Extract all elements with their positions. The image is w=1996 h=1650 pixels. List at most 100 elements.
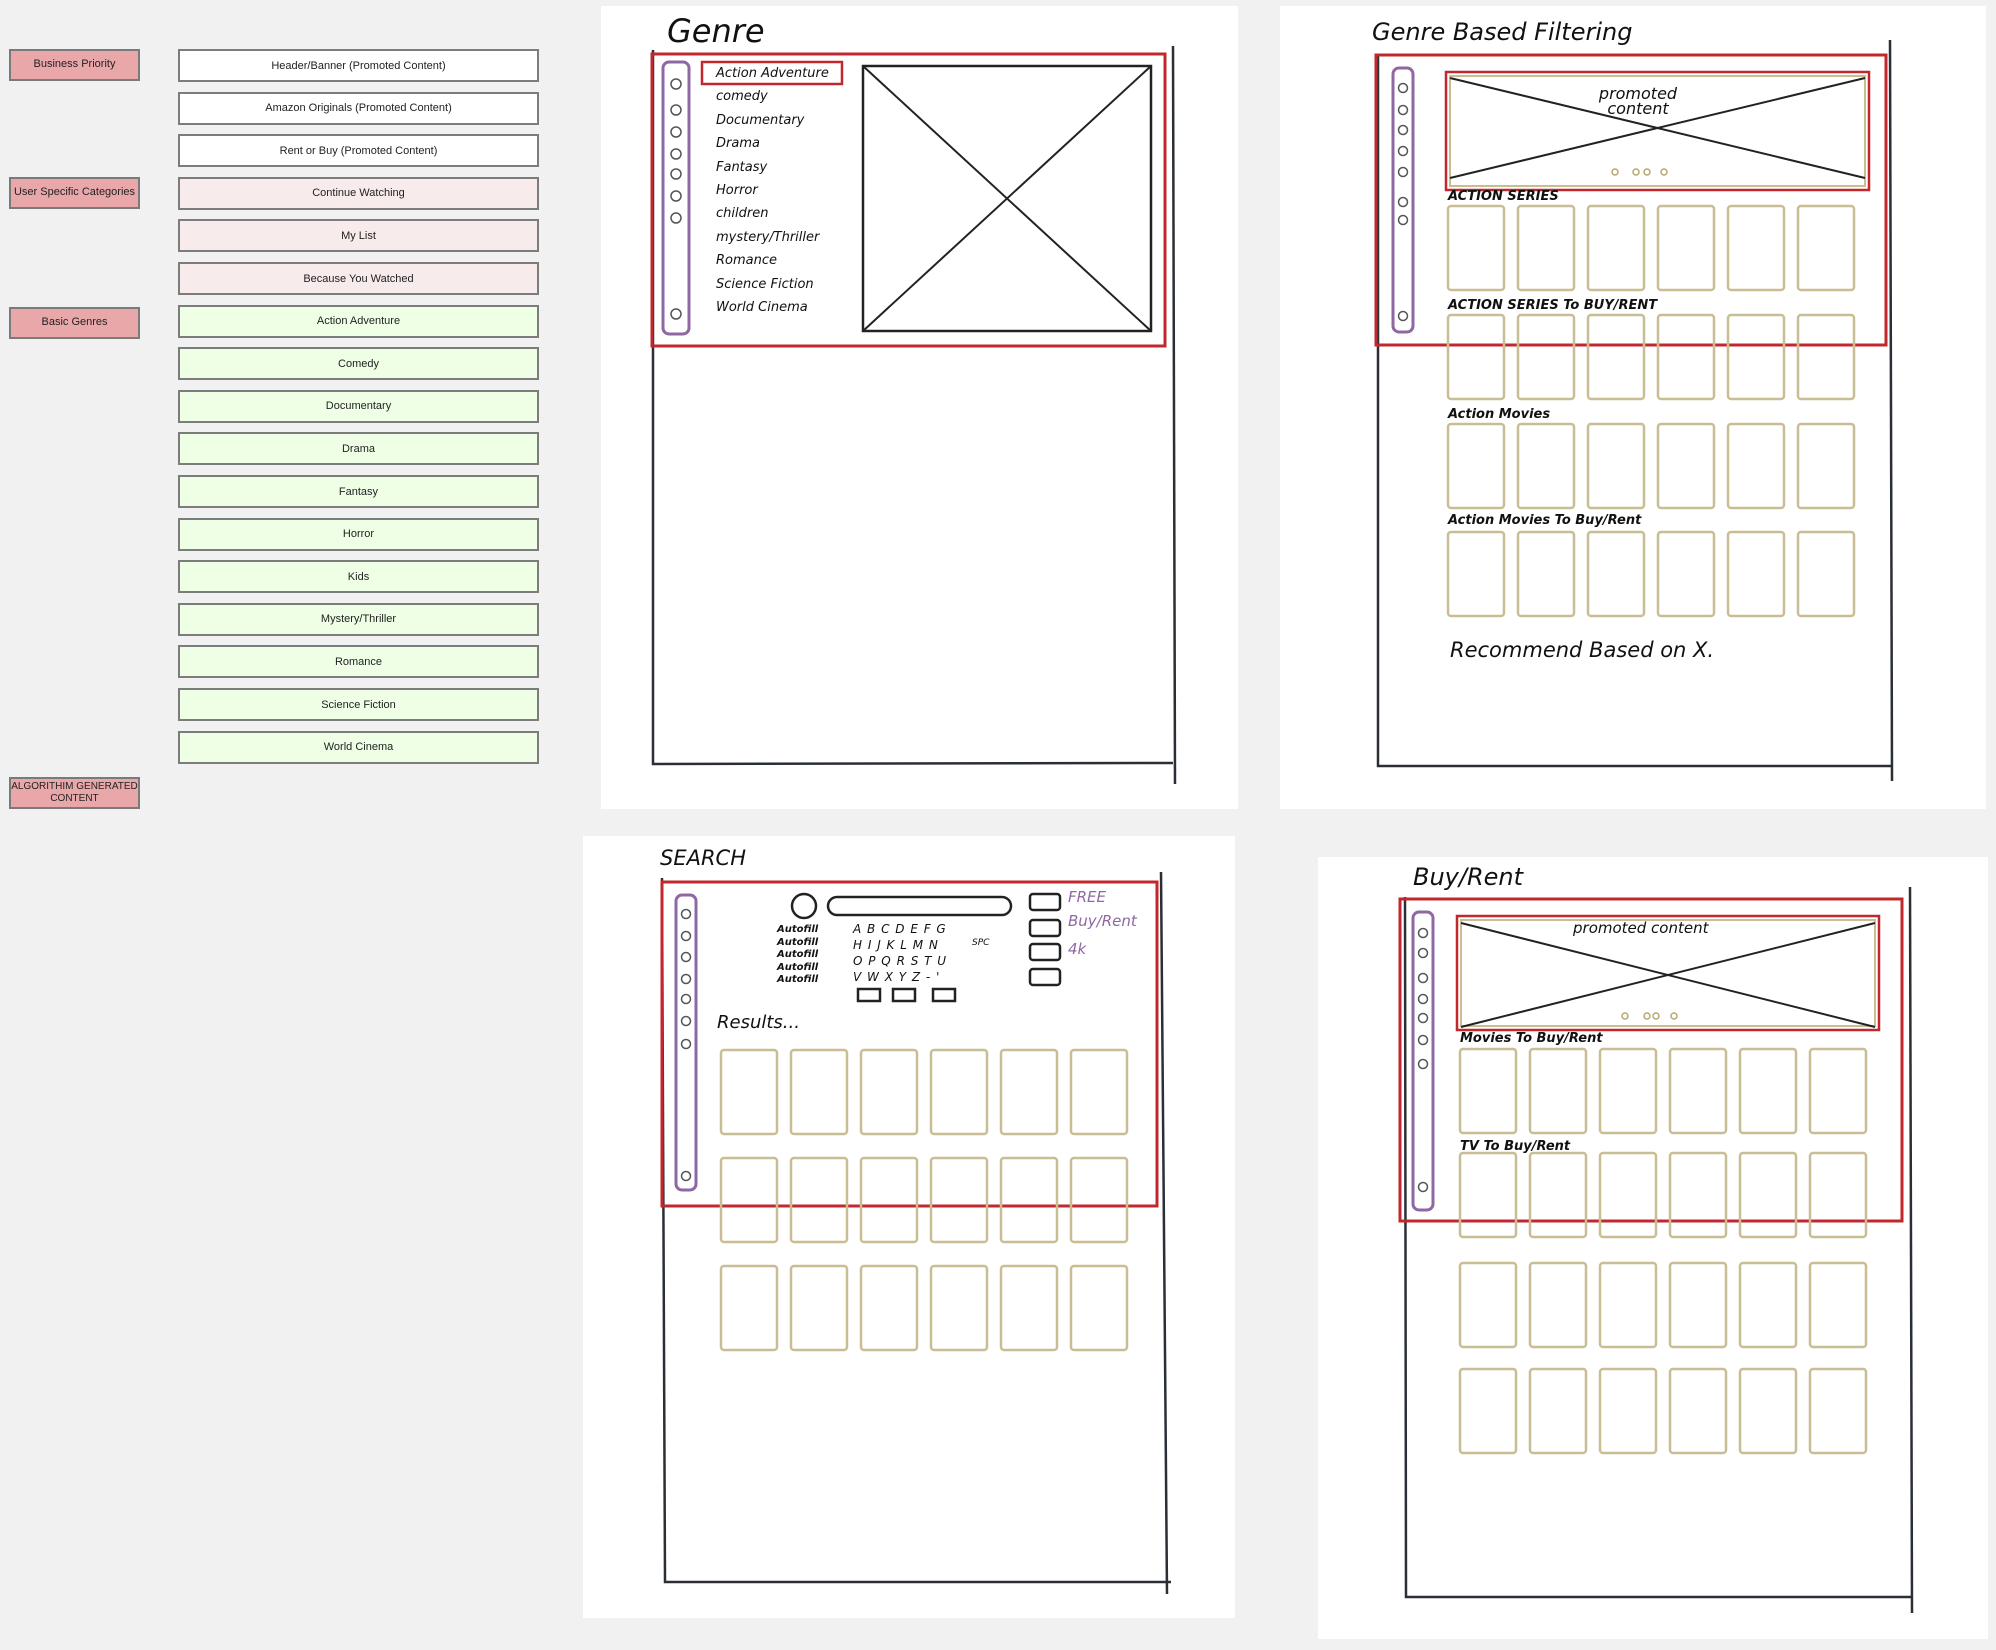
content-tile[interactable] <box>1069 1264 1129 1352</box>
board-search: SEARCH Autofill Autofill Autofill Autofill A… <box>583 836 1235 1618</box>
content-tile[interactable] <box>1808 1261 1868 1349</box>
board-genre-filtering: Genre Based Filtering promoted content A… <box>1280 6 1986 809</box>
legend-item-my-list: My List <box>178 219 539 253</box>
content-tile[interactable] <box>1516 204 1576 292</box>
content-tile[interactable] <box>1069 1156 1129 1244</box>
content-tile[interactable] <box>1528 1151 1588 1239</box>
content-tile[interactable] <box>719 1264 779 1352</box>
legend-item-world-cinema: World Cinema <box>178 730 539 764</box>
content-tile[interactable] <box>929 1048 989 1136</box>
content-tile[interactable] <box>1726 204 1786 292</box>
legend-item-header-banner-promoted-content: Header/Banner (Promoted Content) <box>178 49 539 82</box>
content-tile[interactable] <box>1528 1047 1588 1135</box>
content-tile[interactable] <box>1668 1367 1728 1455</box>
content-tile[interactable] <box>1738 1047 1798 1135</box>
content-tile[interactable] <box>1668 1261 1728 1349</box>
content-tile[interactable] <box>1738 1261 1798 1349</box>
content-tile[interactable] <box>1516 422 1576 510</box>
content-tile[interactable] <box>1528 1367 1588 1455</box>
genre-list-item: Action Adventure <box>716 66 829 81</box>
genre-nav-icons <box>670 78 682 320</box>
genre-list-item: Horror <box>716 183 758 198</box>
content-tile[interactable] <box>1796 313 1856 401</box>
legend-item-drama: Drama <box>178 432 539 466</box>
content-tile[interactable] <box>1528 1261 1588 1349</box>
genre-list-item: Science Fiction <box>716 276 814 292</box>
content-tile[interactable] <box>1458 1367 1518 1455</box>
content-tile[interactable] <box>1516 313 1576 401</box>
content-tile[interactable] <box>1516 530 1576 618</box>
genre-list-item: comedy <box>716 89 768 105</box>
content-tile[interactable] <box>929 1264 989 1352</box>
genre-list-item: World Cinema <box>716 300 808 315</box>
content-tile[interactable] <box>1738 1367 1798 1455</box>
content-tile[interactable] <box>1598 1151 1658 1239</box>
buyrent-tile-grid <box>1458 1047 1868 1455</box>
legend-item-science-fiction: Science Fiction <box>178 688 539 721</box>
content-tile[interactable] <box>1656 422 1716 510</box>
content-tile[interactable] <box>859 1264 919 1352</box>
content-tile[interactable] <box>1598 1367 1658 1455</box>
legend-item-because-you-watched: Because You Watched <box>178 262 539 295</box>
content-tile[interactable] <box>1069 1048 1129 1136</box>
genre-list-item: Drama <box>716 136 760 152</box>
content-tile[interactable] <box>1726 313 1786 401</box>
genre-list-item: Romance <box>716 253 778 269</box>
content-tile[interactable] <box>929 1156 989 1244</box>
content-tile[interactable] <box>1808 1047 1868 1135</box>
content-tile[interactable] <box>1656 204 1716 292</box>
content-tile[interactable] <box>719 1156 779 1244</box>
content-tile[interactable] <box>789 1264 849 1352</box>
legend-item-action-adventure: Action Adventure <box>178 304 539 338</box>
content-tile[interactable] <box>999 1264 1059 1352</box>
content-tile[interactable] <box>1446 530 1506 618</box>
category-algorithm-content: ALGORITHIM GENERATED CONTENT <box>9 777 140 809</box>
content-tile[interactable] <box>1458 1261 1518 1349</box>
content-tile[interactable] <box>1656 313 1716 401</box>
board-genre: Genre Action Adventure comedy Documentary D… <box>601 6 1238 809</box>
legend-item-fantasy: Fantasy <box>178 475 539 508</box>
content-tile[interactable] <box>1796 422 1856 510</box>
content-tile[interactable] <box>789 1048 849 1136</box>
content-tile[interactable] <box>999 1048 1059 1136</box>
search-tile-grid <box>719 1048 1129 1352</box>
content-tile[interactable] <box>999 1156 1059 1244</box>
content-tile[interactable] <box>1586 313 1646 401</box>
genre-list-item: children <box>716 206 769 222</box>
content-tile[interactable] <box>1808 1367 1868 1455</box>
content-tile[interactable] <box>859 1156 919 1244</box>
content-tile[interactable] <box>1668 1151 1728 1239</box>
filter-tile-grid <box>1446 204 1856 618</box>
category-user-specific: User Specific Categories <box>9 177 140 209</box>
content-tile[interactable] <box>1808 1151 1868 1239</box>
content-tile[interactable] <box>1586 422 1646 510</box>
content-tile[interactable] <box>1458 1047 1518 1135</box>
legend-item-comedy: Comedy <box>178 347 539 381</box>
content-tile[interactable] <box>1598 1047 1658 1135</box>
content-tile[interactable] <box>859 1048 919 1136</box>
legend-item-romance: Romance <box>178 645 539 679</box>
content-tile[interactable] <box>1586 530 1646 618</box>
legend-item-mystery-thriller: Mystery/Thriller <box>178 602 539 636</box>
content-tile[interactable] <box>1458 1151 1518 1239</box>
content-tile[interactable] <box>1598 1261 1658 1349</box>
content-tile[interactable] <box>1586 204 1646 292</box>
content-tile[interactable] <box>719 1048 779 1136</box>
content-tile[interactable] <box>1668 1047 1728 1135</box>
content-tile[interactable] <box>1446 313 1506 401</box>
content-tile[interactable] <box>1446 204 1506 292</box>
content-tile[interactable] <box>1796 204 1856 292</box>
content-tile[interactable] <box>1796 530 1856 618</box>
content-tile[interactable] <box>1726 422 1786 510</box>
genre-list-item: Documentary <box>716 112 805 128</box>
content-tile[interactable] <box>1656 530 1716 618</box>
content-tile[interactable] <box>1726 530 1786 618</box>
legend-item-rent-or-buy-promoted-content: Rent or Buy (Promoted Content) <box>178 134 539 168</box>
content-tile[interactable] <box>1446 422 1506 510</box>
legend-item-continue-watching: Continue Watching <box>178 176 539 210</box>
legend-item-horror: Horror <box>178 517 539 551</box>
board-buy-rent: Buy/Rent promoted content Movies To Buy/… <box>1318 857 1988 1639</box>
content-tile[interactable] <box>789 1156 849 1244</box>
genre-list-item: mystery/Thriller <box>716 229 820 245</box>
content-tile[interactable] <box>1738 1151 1798 1239</box>
